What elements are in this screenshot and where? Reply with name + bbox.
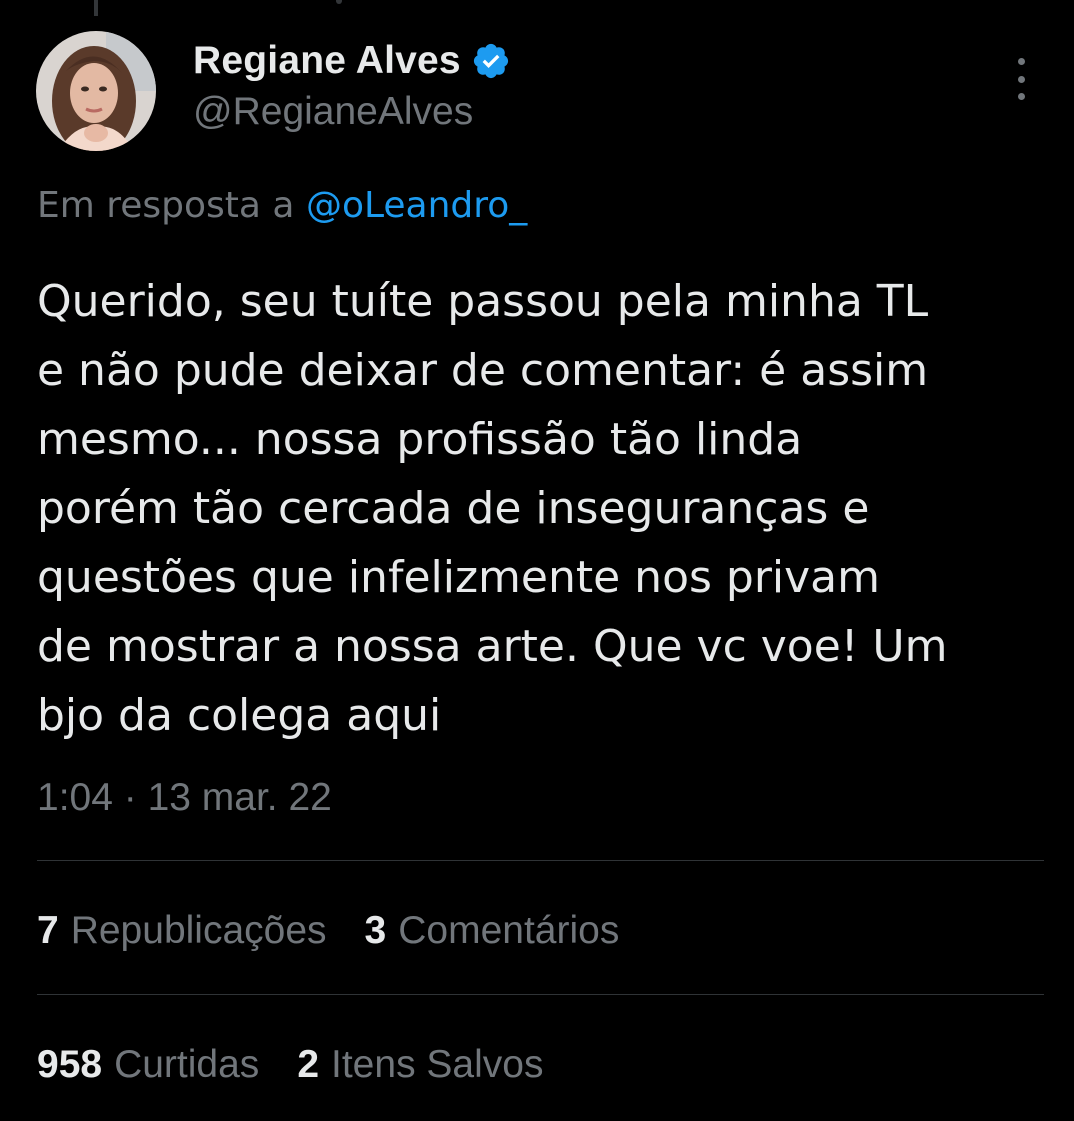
reposts-count: 7 bbox=[37, 909, 59, 952]
stats-row-reposts-comments: 7 Republicações 3 Comentários bbox=[37, 909, 657, 953]
reply-prefix: Em resposta a bbox=[37, 185, 295, 226]
author-name-row: Regiane Alves bbox=[193, 38, 511, 84]
saves-label: Itens Salvos bbox=[331, 1043, 544, 1086]
author-handle[interactable]: @RegianeAlves bbox=[193, 90, 473, 134]
tweet-timestamp[interactable]: 1:04 · 13 mar. 22 bbox=[37, 776, 332, 820]
divider bbox=[37, 994, 1044, 995]
comments-count: 3 bbox=[364, 909, 387, 952]
avatar-photo bbox=[36, 31, 156, 151]
thread-connector-line bbox=[94, 0, 98, 16]
previous-tweet-edge bbox=[336, 0, 342, 4]
reposts-label: Republicações bbox=[70, 909, 327, 952]
saves-stat[interactable]: 2 Itens Salvos bbox=[297, 1043, 543, 1087]
more-vertical-icon-dot bbox=[1017, 75, 1025, 83]
saves-count: 2 bbox=[297, 1043, 320, 1086]
reply-context: Em resposta a @oLeandro_ bbox=[37, 185, 527, 226]
avatar[interactable] bbox=[36, 31, 156, 151]
comments-stat[interactable]: 3 Comentários bbox=[365, 909, 620, 953]
tweet-text: Querido, seu tuíte passou pela minha TL … bbox=[37, 276, 948, 741]
likes-label: Curtidas bbox=[114, 1043, 260, 1086]
more-vertical-icon-dot bbox=[1017, 93, 1025, 100]
reply-to-link[interactable]: @oLeandro_ bbox=[306, 185, 527, 226]
likes-count: 958 bbox=[37, 1043, 103, 1086]
likes-stat[interactable]: 958 Curtidas bbox=[37, 1043, 259, 1087]
verified-badge-icon[interactable] bbox=[471, 41, 511, 81]
stats-row-likes-saves: 958 Curtidas 2 Itens Salvos bbox=[37, 1043, 581, 1087]
divider bbox=[37, 860, 1044, 861]
more-vertical-icon-dot bbox=[1017, 58, 1025, 65]
author-display-name[interactable]: Regiane Alves bbox=[193, 39, 461, 83]
reposts-stat[interactable]: 7 Republicações bbox=[37, 909, 327, 953]
more-options-button[interactable] bbox=[1003, 58, 1039, 100]
comments-label: Comentários bbox=[398, 909, 620, 952]
